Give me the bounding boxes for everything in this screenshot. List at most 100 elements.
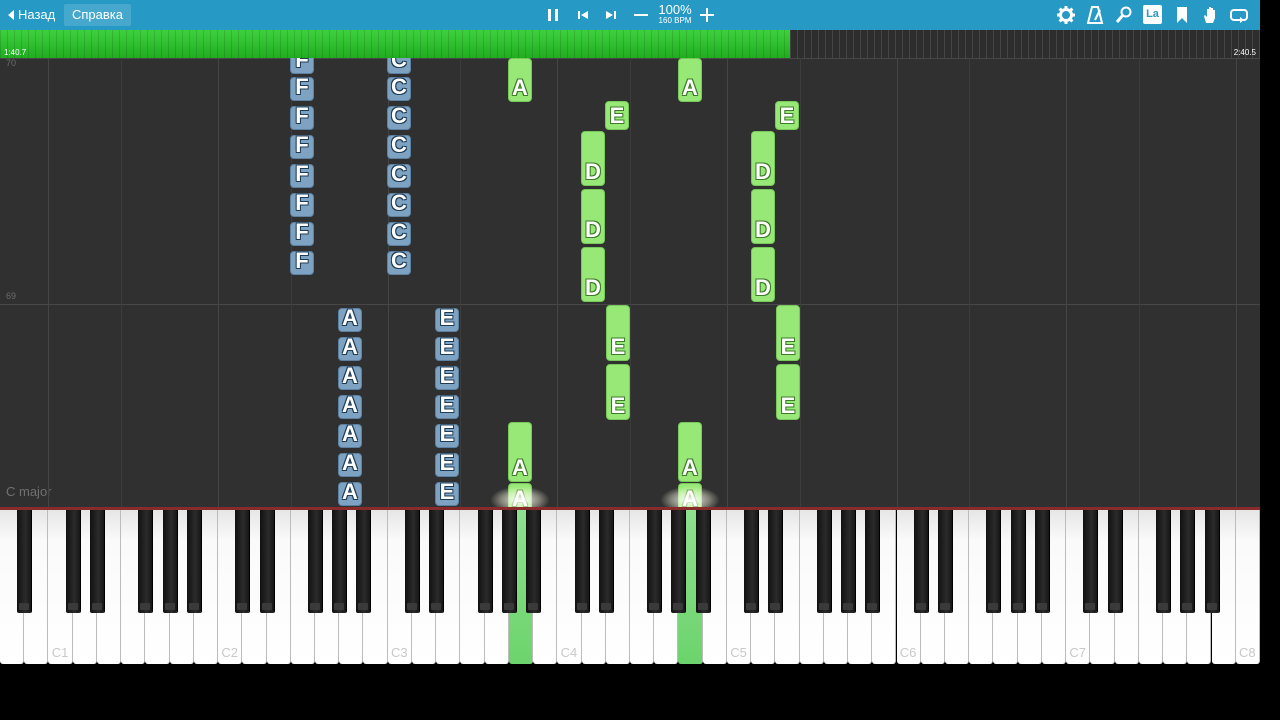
black-key[interactable] [1083,510,1098,613]
black-key[interactable] [526,510,541,613]
bookmark-icon[interactable] [1172,5,1192,25]
black-key[interactable] [647,510,662,613]
back-button[interactable]: Назад [4,4,63,26]
grid-line [1236,58,1237,507]
black-key[interactable] [768,510,783,613]
minus-icon[interactable] [631,5,651,25]
grid-line [460,58,461,507]
note-letter: C [391,161,407,186]
black-key[interactable] [17,510,32,613]
black-key[interactable] [598,510,613,613]
note-letter: E [609,103,625,128]
left-hand-note: E [435,479,459,506]
black-key[interactable] [477,510,492,613]
octave-label: C7 [1069,645,1087,660]
left-hand-note: A [338,363,362,390]
right-hand-note: A [508,422,532,482]
black-key[interactable] [1180,510,1195,613]
note-letter: E [439,305,455,330]
note-letter: E [439,392,455,417]
octave-label: C5 [730,645,747,660]
black-key[interactable] [1204,510,1219,613]
black-key[interactable] [235,510,250,613]
skip-forward-icon[interactable] [601,5,621,25]
right-hand-note: D [751,247,775,302]
grid-line [1139,58,1140,507]
black-key[interactable] [574,510,589,613]
black-key[interactable] [1010,510,1025,613]
black-key[interactable] [816,510,831,613]
black-key[interactable] [307,510,322,613]
tempo-bpm: 160 BPM [658,16,692,25]
octave-label: C8 [1239,645,1256,660]
right-hand-note: A [678,422,702,482]
right-hand-note: E [775,101,799,130]
grid-line [1066,58,1067,507]
white-key[interactable]: C8 [1235,510,1260,664]
black-key[interactable] [65,510,80,613]
black-key[interactable] [259,510,274,613]
measure-number: 69 [6,291,17,301]
black-key[interactable] [138,510,153,613]
black-key[interactable] [986,510,1001,613]
left-hand-note: E [435,305,459,332]
black-key[interactable] [671,510,686,613]
plus-icon[interactable] [697,5,717,25]
grid-line [121,58,122,507]
black-key[interactable] [937,510,952,613]
note-letter: D [755,217,771,242]
note-letter: D [755,275,771,300]
piano-roll: 70 69 C major FFFFFFFFCCCCCCCCAAAAAAAEEE… [0,58,1260,507]
grid-line [897,58,898,507]
black-key[interactable] [162,510,177,613]
black-key[interactable] [1034,510,1049,613]
left-hand-note: F [290,132,314,159]
black-key[interactable] [356,510,371,613]
black-key[interactable] [913,510,928,613]
black-key[interactable] [501,510,516,613]
right-hand-note: D [581,247,605,302]
metronome-icon[interactable] [1085,5,1105,25]
black-key[interactable] [695,510,710,613]
left-hand-note: F [290,74,314,101]
right-hand-note: D [751,189,775,244]
right-hand-note: D [581,189,605,244]
note-letter: A [512,455,528,480]
note-letter: D [585,159,601,184]
current-time: 1:40.7 [4,48,27,57]
keyboard-top-line [0,507,1260,510]
skip-back-icon[interactable] [573,5,593,25]
progress-remaining [790,30,1260,58]
octave-label: C2 [221,645,238,660]
black-key[interactable] [89,510,104,613]
left-hand-note: A [338,334,362,361]
black-key[interactable] [429,510,444,613]
loop-icon[interactable] [1229,5,1249,25]
black-key[interactable] [865,510,880,613]
note-letter: E [439,363,455,388]
black-key[interactable] [1156,510,1171,613]
key-signature: C major [6,484,52,499]
black-key[interactable] [744,510,759,613]
song-progress-bar[interactable]: 1:40.7 2:40.5 [0,30,1260,58]
octave-label: C6 [899,645,917,660]
black-key[interactable] [186,510,201,613]
black-key[interactable] [404,510,419,613]
help-button[interactable]: Справка [64,4,131,26]
hand-icon[interactable] [1200,5,1220,25]
black-key[interactable] [332,510,347,613]
pause-icon[interactable] [543,5,563,25]
note-letter: E [439,479,455,504]
tempo-display: 100% 160 BPM [655,3,695,25]
la-label-icon[interactable]: La [1143,5,1162,24]
right-hand-note: D [581,131,605,186]
gear-icon[interactable] [1056,5,1076,25]
note-letter: A [342,363,358,388]
note-letter: E [439,334,455,359]
black-key[interactable] [1107,510,1122,613]
key-icon[interactable] [1114,5,1134,25]
right-hand-note: A [678,58,702,102]
black-key[interactable] [841,510,856,613]
note-letter: A [512,75,528,100]
right-hand-note: D [751,131,775,186]
